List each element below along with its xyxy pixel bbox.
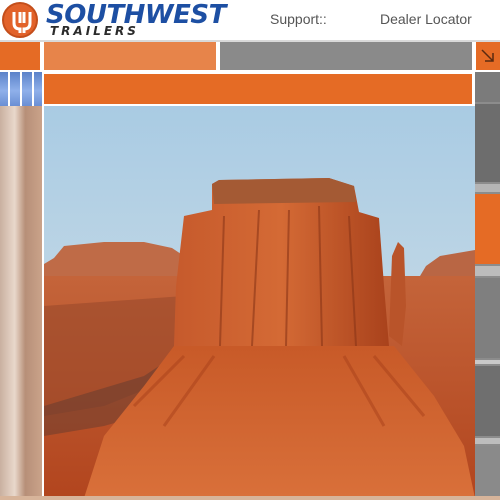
title-bar (44, 74, 472, 104)
right-sidebar (475, 72, 500, 500)
footer-divider (0, 496, 500, 500)
nav-bar-segment[interactable] (220, 42, 472, 70)
nav-support-link[interactable]: Support:: (270, 10, 327, 28)
left-sidebar (0, 106, 42, 500)
nav-bar-segment[interactable] (44, 42, 216, 70)
desert-butte-photo (44, 106, 475, 498)
nav-bar-segment[interactable] (476, 42, 500, 70)
brand-subtitle: TRAILERS (50, 24, 139, 38)
arrow-icon (481, 49, 494, 62)
side-tab[interactable] (475, 194, 500, 264)
side-tab[interactable] (475, 278, 500, 358)
site-header: SOUTHWEST TRAILERS Support:: Dealer Loca… (0, 0, 500, 40)
nav-bar-segment[interactable] (0, 42, 40, 70)
nav-dealer-locator-link[interactable]: Dealer Locator (380, 10, 472, 28)
hero-image (44, 106, 475, 498)
side-tab[interactable] (475, 366, 500, 436)
left-sidebar-tab[interactable] (0, 72, 42, 106)
logo-icon[interactable] (2, 2, 38, 38)
